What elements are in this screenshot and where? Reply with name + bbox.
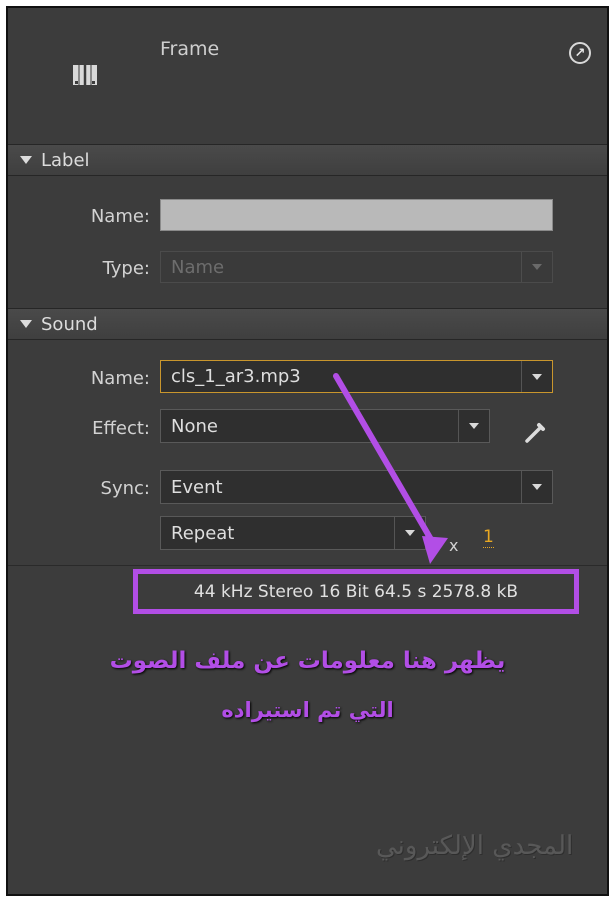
annotation-line-2: التي تم استيراده: [221, 698, 394, 722]
watermark: المجدي الإلكتروني: [376, 831, 574, 861]
annotation-line-1: يظهر هنا معلومات عن ملف الصوت: [109, 648, 506, 674]
annotation-arrow: [333, 373, 448, 564]
properties-panel: Frame ↗ Label Name: Type: Name Sound Nam…: [6, 6, 609, 896]
